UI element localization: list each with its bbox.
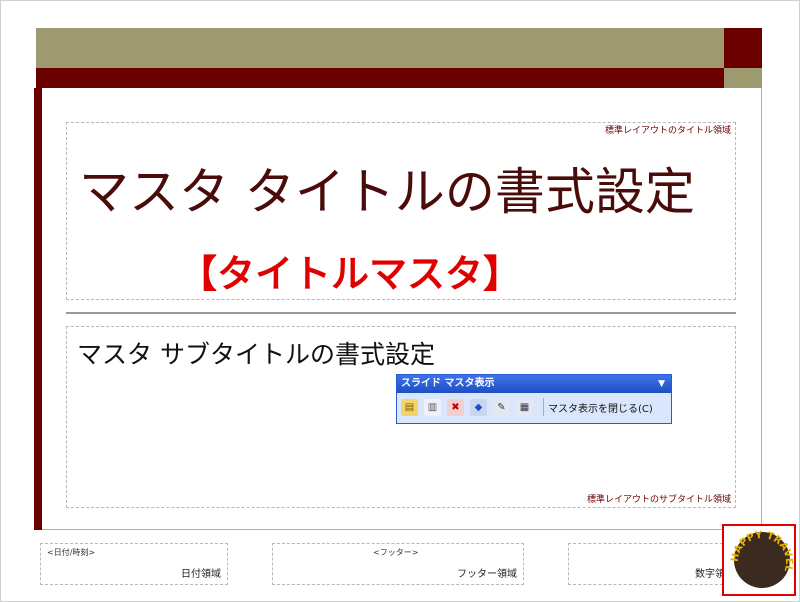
logo-lettering: HAPPY TRAVEL xyxy=(730,530,794,574)
left-dark-red-bar xyxy=(34,88,42,530)
svg-text:HAPPY TRAVEL: HAPPY TRAVEL xyxy=(730,530,794,574)
new-title-master-icon[interactable]: ▥ xyxy=(424,398,441,416)
date-area-label: 日付領域 xyxy=(181,569,221,580)
toolbar-button-row: ▤ ▥ ✖ ◆ ✎ ▦ マスタ表示を閉じる(C) xyxy=(397,393,671,421)
dark-red-band xyxy=(36,68,724,88)
title-placeholder-label: 標準レイアウトのタイトル領域 xyxy=(604,126,731,136)
footer-tag: <フッター> xyxy=(373,548,419,557)
new-slide-master-icon[interactable]: ▤ xyxy=(401,398,418,416)
date-placeholder[interactable]: <日付/時刻> 日付領域 xyxy=(40,543,228,585)
divider-line xyxy=(66,312,736,314)
top-olive-band xyxy=(36,28,724,68)
subtitle-placeholder-label: 標準レイアウトのサブタイトル領域 xyxy=(586,495,731,505)
footer-area-label: フッター領域 xyxy=(457,569,517,580)
toolbar-separator xyxy=(543,398,544,416)
title-placeholder[interactable]: 標準レイアウトのタイトル領域 マスタ タイトルの書式設定【タイトルマスタ】 xyxy=(66,122,736,300)
delete-master-icon[interactable]: ✖ xyxy=(447,398,464,416)
number-placeholder[interactable]: 数字領域 xyxy=(568,543,738,585)
toolbar-titlebar[interactable]: スライド マスタ表示 ▼ xyxy=(397,375,671,393)
close-master-view-button[interactable]: マスタ表示を閉じる(C) xyxy=(548,400,653,415)
master-layout-icon[interactable]: ▦ xyxy=(516,398,533,416)
top-right-dark-red-block xyxy=(724,28,762,68)
right-olive-block xyxy=(724,68,762,88)
slide-master-toolbar[interactable]: スライド マスタ表示 ▼ ▤ ▥ ✖ ◆ ✎ ▦ マスタ表示を閉じる(C) xyxy=(396,374,672,424)
toolbar-title: スライド マスタ表示 xyxy=(401,378,495,389)
footer-placeholder[interactable]: <フッター> フッター領域 xyxy=(272,543,524,585)
title-master-tag: 【タイトルマスタ】 xyxy=(179,252,522,296)
date-tag: <日付/時刻> xyxy=(47,548,96,557)
toolbar-options-dropdown-icon[interactable]: ▼ xyxy=(658,375,665,393)
rename-master-icon[interactable]: ✎ xyxy=(493,398,510,416)
master-subtitle-text[interactable]: マスタ サブタイトルの書式設定 xyxy=(77,335,435,371)
master-title-text[interactable]: マスタ タイトルの書式設定【タイトルマスタ】 xyxy=(79,153,719,313)
happy-travel-logo: HAPPY TRAVEL xyxy=(722,524,796,596)
title-text: マスタ タイトルの書式設定 xyxy=(79,163,695,221)
preserve-master-icon[interactable]: ◆ xyxy=(470,398,487,416)
